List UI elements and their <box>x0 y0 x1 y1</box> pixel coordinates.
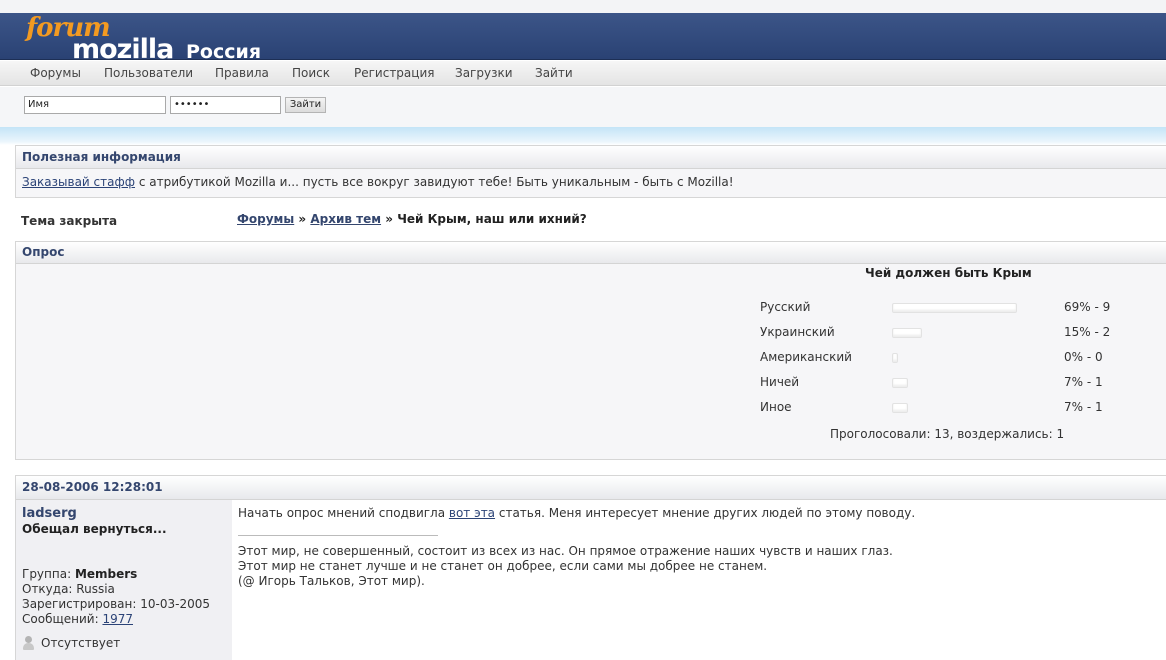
post-message-text: Начать опрос мнений сподвигла вот эта ст… <box>238 506 1158 521</box>
signature-line: Этот мир не станет лучше и не станет он … <box>238 559 768 573</box>
topic-status: Тема закрыта <box>21 214 118 228</box>
author-group: Группа: Members <box>22 567 226 582</box>
poll-option-result: 0% - 0 <box>1064 350 1103 364</box>
author-registered-value: 10-03-2005 <box>140 597 210 611</box>
post-block: 28-08-2006 12:28:01 ladserg Обещал верну… <box>15 475 1166 660</box>
author-posts-label: Сообщений: <box>22 612 103 626</box>
poll-option-result: 69% - 9 <box>1064 300 1111 314</box>
breadcrumb-forums[interactable]: Форумы <box>237 212 294 226</box>
author-from-value: Russia <box>76 582 115 596</box>
post-message: Начать опрос мнений сподвигла вот эта ст… <box>238 506 1158 589</box>
author-posts-link[interactable]: 1977 <box>102 612 133 626</box>
nav-downloads[interactable]: Загрузки <box>455 66 513 80</box>
username-input[interactable]: Имя <box>24 96 166 114</box>
breadcrumb-separator: » <box>385 212 394 226</box>
password-input[interactable]: •••••• <box>170 96 281 114</box>
post-body: ladserg Обещал вернуться... Группа: Memb… <box>16 500 1166 660</box>
top-strip <box>0 0 1166 13</box>
poll-option-bar <box>892 303 1017 313</box>
user-offline-icon <box>22 636 35 650</box>
poll-option: Ничей 7% - 1 <box>760 375 1160 391</box>
poll-option-result: 15% - 2 <box>1064 325 1111 339</box>
nav-rules[interactable]: Правила <box>215 66 269 80</box>
poll-body: Чей должен быть Крым Русский 69% - 9 Укр… <box>16 264 1166 459</box>
info-text: с атрибутикой Mozilla и... пусть все вок… <box>135 175 734 189</box>
post-message-part: статья. Меня интересует мнение других лю… <box>495 506 916 520</box>
nav-users[interactable]: Пользователи <box>104 66 193 80</box>
poll-option-label: Иное <box>760 400 792 414</box>
author-group-value: Members <box>74 567 138 581</box>
post-author-title: Обещал вернуться... <box>22 522 167 536</box>
poll-option: Американский 0% - 0 <box>760 350 1160 366</box>
post-message-part: Начать опрос мнений сподвигла <box>238 506 449 520</box>
poll-option: Украинский 15% - 2 <box>760 325 1160 341</box>
site-header: forum mozilla Россия <box>0 13 1166 65</box>
signature-divider <box>238 535 438 536</box>
poll-option-label: Русский <box>760 300 811 314</box>
poll-option: Иное 7% - 1 <box>760 400 1160 416</box>
author-status-text: Отсутствует <box>41 636 121 650</box>
poll-block-title: Опрос <box>16 242 1166 264</box>
nav-search[interactable]: Поиск <box>292 66 330 80</box>
post-author-name[interactable]: ladserg <box>22 506 226 521</box>
nav-forums[interactable]: Форумы <box>30 66 81 80</box>
breadcrumb: Форумы » Архив тем » Чей Крым, наш или и… <box>237 212 587 226</box>
signature-line: Этот мир, не совершенный, состоит из все… <box>238 544 893 558</box>
login-submit-button[interactable]: Зайти <box>285 97 326 113</box>
info-block-title: Полезная информация <box>16 146 1166 169</box>
signature-line: (@ Игорь Тальков, Этот мир). <box>238 574 425 588</box>
author-from-label: Откуда: <box>22 582 77 596</box>
author-posts: Сообщений: 1977 <box>22 612 226 627</box>
header-gradient-divider <box>0 127 1166 145</box>
poll-option-bar <box>892 353 898 363</box>
breadcrumb-archive[interactable]: Архив тем <box>310 212 381 226</box>
post-author-panel: ladserg Обещал вернуться... Группа: Memb… <box>16 500 232 660</box>
poll-option-result: 7% - 1 <box>1064 400 1103 414</box>
info-block-body: Заказывай стафф с атрибутикой Mozilla и.… <box>16 169 1166 197</box>
post-article-link[interactable]: вот эта <box>449 506 495 520</box>
poll-option-label: Ничей <box>760 375 800 389</box>
poll-option-bar <box>892 403 908 413</box>
poll-question: Чей должен быть Крым <box>865 266 1032 280</box>
nav-login[interactable]: Зайти <box>535 66 573 80</box>
poll-option-bar <box>892 328 922 338</box>
author-status: Отсутствует <box>22 636 120 650</box>
author-registered: Зарегистрирован: 10-03-2005 <box>22 597 226 612</box>
nav-register[interactable]: Регистрация <box>354 66 434 80</box>
poll-option-bar <box>892 378 908 388</box>
info-block: Полезная информация Заказывай стафф с ат… <box>15 145 1166 198</box>
author-from: Откуда: Russia <box>22 582 226 597</box>
poll-option-result: 7% - 1 <box>1064 375 1103 389</box>
poll-option-label: Американский <box>760 350 852 364</box>
breadcrumb-current-topic: Чей Крым, наш или ихний? <box>397 212 587 226</box>
author-registered-label: Зарегистрирован: <box>22 597 141 611</box>
breadcrumb-separator: » <box>298 212 307 226</box>
poll-block: Опрос Чей должен быть Крым Русский 69% -… <box>15 241 1166 460</box>
poll-option-label: Украинский <box>760 325 835 339</box>
info-link[interactable]: Заказывай стафф <box>22 175 135 189</box>
poll-total: Проголосовали: 13, воздержались: 1 <box>830 427 1065 441</box>
author-group-label: Группа: <box>22 567 75 581</box>
poll-option: Русский 69% - 9 <box>760 300 1160 316</box>
main-nav: Форумы Пользователи Правила Поиск Регист… <box>0 61 1166 86</box>
post-date: 28-08-2006 12:28:01 <box>16 476 1166 500</box>
login-bar: Имя •••••• Зайти <box>0 87 1166 127</box>
